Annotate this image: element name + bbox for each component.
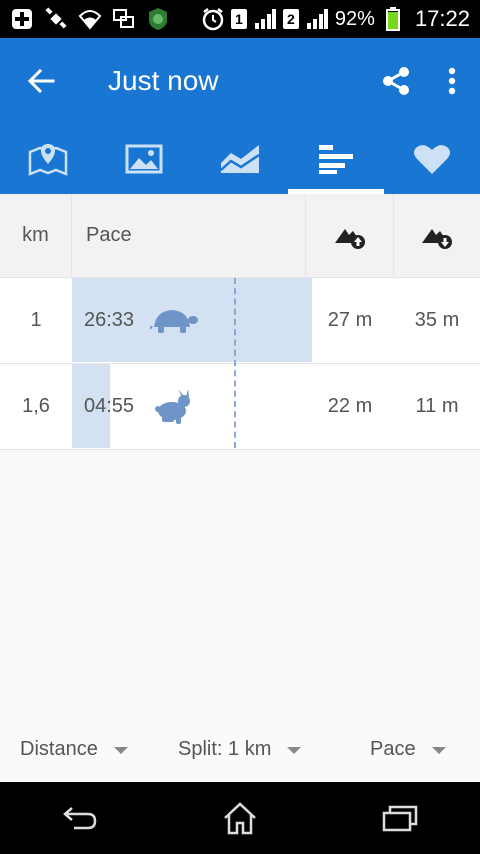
battery-icon: [381, 7, 405, 31]
tab-bar: [0, 124, 480, 194]
split-dropdown-label: Split: 1 km: [178, 737, 272, 760]
signal-icon: [253, 7, 277, 31]
screen-mirror-icon: [112, 7, 136, 31]
dropdown-arrow-icon: [113, 747, 128, 754]
wifi-icon: [78, 7, 102, 31]
column-header-pace: Pace: [72, 193, 306, 278]
system-nav-bar: [0, 782, 480, 854]
split-km: 1: [30, 309, 42, 331]
split-descent: 11 m: [415, 395, 459, 417]
arrow-left-icon: [27, 68, 55, 94]
column-header-descent: [394, 194, 480, 278]
distance-dropdown-label: Distance: [20, 737, 98, 760]
rabbit-icon: [150, 388, 194, 425]
dropdown-arrow-icon: [431, 747, 446, 754]
share-button[interactable]: [368, 38, 424, 124]
sim1-badge: 1: [230, 9, 247, 29]
bars-icon: [319, 145, 353, 174]
split-descent: 35 m: [414, 309, 460, 331]
heart-icon: [414, 145, 450, 174]
map-pin-icon: [28, 144, 68, 176]
signal-icon: [305, 7, 329, 31]
tab-map[interactable]: [0, 124, 96, 194]
average-pace-line: [234, 278, 236, 448]
alarm-icon: [201, 7, 225, 31]
column-header-km: km: [0, 193, 72, 278]
split-pace: 26:33: [84, 309, 135, 331]
split-pace: 04:55: [84, 395, 135, 417]
more-vert-icon: [448, 67, 456, 95]
split-ascent: 22 m: [327, 395, 373, 417]
tab-health[interactable]: [384, 124, 480, 194]
splits-table-body: 1 26:33 27 m 35 m 1,6 04:55 22 m 11 m: [0, 277, 480, 450]
app-bar: Just now: [0, 38, 480, 124]
column-header-ascent: [306, 193, 394, 278]
turtle-icon: [150, 307, 198, 335]
chart-area-icon: [220, 145, 260, 173]
home-icon: [224, 802, 256, 835]
distance-dropdown[interactable]: Distance: [20, 716, 128, 782]
share-icon: [383, 67, 409, 95]
table-row[interactable]: 1,6 04:55 22 m 11 m: [0, 363, 480, 450]
table-row[interactable]: 1 26:33 27 m 35 m: [0, 277, 480, 364]
descent-icon: [422, 228, 452, 249]
overflow-menu-button[interactable]: [424, 38, 480, 124]
nav-back-button[interactable]: [40, 782, 120, 854]
satellite-icon: [44, 7, 68, 31]
nav-recents-button[interactable]: [360, 782, 440, 854]
split-km: 1,6: [22, 395, 50, 417]
dropdown-arrow-icon: [287, 747, 302, 754]
split-pace-cell: 04:55: [72, 363, 306, 450]
metric-dropdown[interactable]: Pace: [370, 716, 446, 782]
splits-table-header: km Pace: [0, 193, 480, 278]
tab-photos[interactable]: [96, 124, 192, 194]
ascent-icon: [334, 228, 365, 249]
split-dropdown[interactable]: Split: 1 km: [178, 716, 302, 782]
tab-splits[interactable]: [288, 124, 384, 194]
sim2-badge: 2: [282, 9, 299, 29]
nav-home-button[interactable]: [200, 782, 280, 854]
medical-plus-icon: [10, 7, 34, 31]
clock: 17:22: [414, 6, 470, 31]
page-title: Just now: [108, 65, 219, 96]
metric-dropdown-label: Pace: [370, 737, 416, 760]
bottom-selector-bar: Distance Split: 1 km Pace: [0, 716, 480, 782]
image-icon: [125, 144, 163, 174]
app-shield-icon: [146, 7, 170, 31]
back-button[interactable]: [0, 38, 82, 124]
recents-icon: [382, 805, 418, 832]
split-ascent: 27 m: [327, 309, 373, 331]
battery-percent: 92%: [334, 7, 375, 30]
back-arrow-icon: [63, 807, 97, 830]
status-bar: 1 2 92% 17:22: [0, 0, 480, 38]
tab-graph[interactable]: [192, 124, 288, 194]
split-pace-cell: 26:33: [72, 277, 312, 364]
